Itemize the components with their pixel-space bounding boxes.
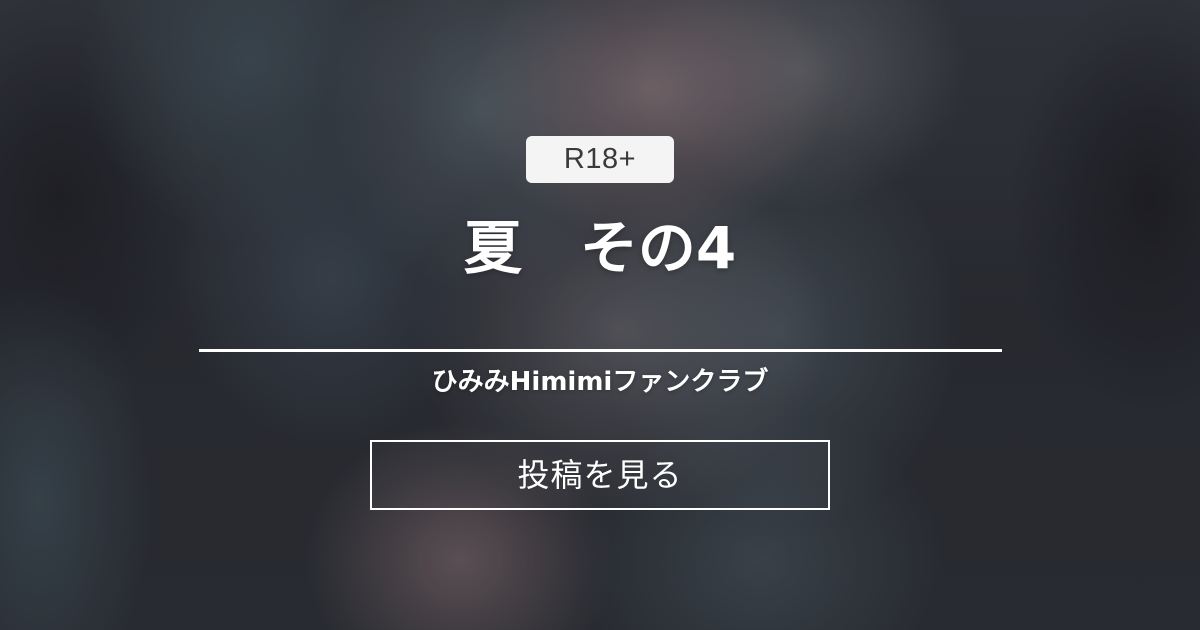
share-card: R18+ 夏 その4 ひみみHimimiファンクラブ 投稿を見る: [0, 0, 1200, 630]
divider-line: [199, 349, 1002, 352]
view-post-button[interactable]: 投稿を見る: [370, 440, 830, 510]
age-rating-badge: R18+: [526, 136, 674, 183]
fanclub-name: ひみみHimimiファンクラブ: [431, 367, 769, 397]
background-overlay: [0, 0, 1200, 630]
post-title: 夏 その4: [463, 214, 737, 282]
